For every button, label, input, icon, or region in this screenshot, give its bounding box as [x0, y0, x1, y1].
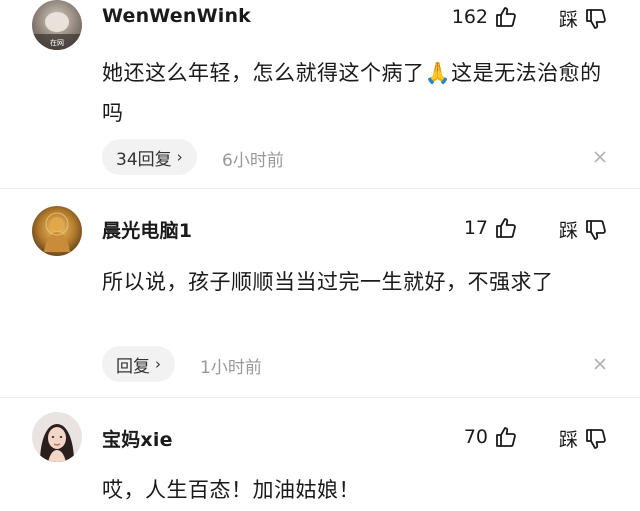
comment-text: 所以说，孩子顺顺当当过完一生就好，不强求了 [102, 270, 554, 294]
thumbs-down-icon [584, 7, 608, 31]
reply-button[interactable]: 回复 › [102, 346, 175, 382]
thumbs-down-icon [584, 427, 608, 451]
thumbs-up-icon [494, 216, 518, 240]
like-count: 17 [463, 217, 488, 239]
chevron-right-icon: › [176, 148, 183, 166]
chevron-right-icon: › [155, 355, 161, 373]
divider [0, 188, 640, 189]
dislike-button[interactable]: 踩 [559, 5, 608, 32]
like-button[interactable]: 17 [464, 216, 518, 240]
thumbs-up-icon [494, 425, 518, 449]
timestamp: 6小时前 [222, 151, 284, 171]
close-icon[interactable] [592, 149, 608, 165]
comment-text: 她还这么年轻，怎么就得这个病了🙏这是无法治愈的吗 [102, 61, 602, 125]
like-count: 70 [463, 426, 488, 448]
dislike-label: 踩 [558, 429, 578, 451]
timestamp: 1小时前 [200, 358, 262, 378]
username[interactable]: 宝妈xie [102, 425, 173, 452]
close-icon[interactable] [592, 356, 608, 372]
reply-label: 回复 [116, 356, 150, 377]
username[interactable]: 晨光电脑1 [102, 216, 192, 243]
divider [0, 397, 640, 398]
thumbs-down-icon [584, 218, 608, 242]
like-button[interactable]: 162 [452, 5, 518, 29]
comment-text: 哎，人生百态！加油姑娘！ [102, 478, 360, 502]
username[interactable]: WenWenWink [102, 5, 251, 27]
like-count: 162 [451, 6, 488, 28]
dislike-button[interactable]: 踩 [559, 425, 608, 452]
reply-button[interactable]: 34回复 › [102, 139, 197, 175]
dislike-label: 踩 [558, 9, 578, 31]
reply-label: 34回复 [116, 149, 172, 170]
dislike-label: 踩 [558, 220, 578, 242]
avatar[interactable] [32, 206, 82, 256]
avatar[interactable]: 在网 [32, 0, 82, 50]
dislike-button[interactable]: 踩 [559, 216, 608, 243]
avatar[interactable] [32, 412, 82, 462]
like-button[interactable]: 70 [464, 425, 518, 449]
avatar-badge: 在网 [50, 38, 64, 47]
thumbs-up-icon [494, 5, 518, 29]
